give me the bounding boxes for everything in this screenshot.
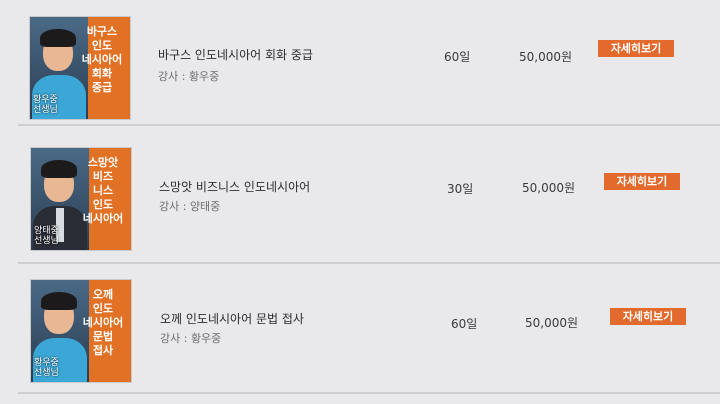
course-thumbnail[interactable]: 오께 인도 네시아어 문법 접사 황우중 선생님 — [31, 280, 131, 382]
thumbnail-title: 오께 인도 네시아어 문법 접사 — [82, 288, 124, 357]
course-thumbnail[interactable]: 스망앗 비즈 니스 인도 네시아어 양태중 선생님 — [31, 148, 131, 250]
course-price: 50,000원 — [522, 181, 576, 195]
course-price: 50,000원 — [525, 316, 579, 330]
course-instructor: 강사 : 양태중 — [159, 200, 221, 213]
detail-button[interactable]: 자세히보기 — [610, 308, 686, 325]
course-title[interactable]: 스망앗 비즈니스 인도네시아어 — [159, 178, 310, 195]
course-title[interactable]: 오께 인도네시아어 문법 접사 — [160, 310, 304, 327]
thumbnail-title: 스망앗 비즈 니스 인도 네시아어 — [82, 156, 124, 225]
course-thumbnail[interactable]: 바구스 인도 네시아어 회화 중급 황우중 선생님 — [30, 17, 130, 119]
course-title[interactable]: 바구스 인도네시아어 회화 중급 — [158, 46, 313, 63]
course-duration: 60일 — [451, 317, 478, 331]
course-instructor: 강사 : 황우중 — [160, 332, 222, 345]
course-price: 50,000원 — [519, 50, 573, 64]
thumbnail-caption: 황우중 선생님 — [33, 95, 58, 115]
detail-button[interactable]: 자세히보기 — [598, 40, 674, 57]
thumbnail-caption: 황우중 선생님 — [34, 358, 59, 378]
row-divider — [18, 262, 720, 264]
course-instructor: 강사 : 황우중 — [158, 70, 220, 83]
course-duration: 60일 — [444, 50, 471, 64]
row-divider — [18, 124, 720, 126]
thumbnail-title: 바구스 인도 네시아어 회화 중급 — [81, 25, 123, 94]
thumbnail-caption: 양태중 선생님 — [34, 226, 59, 246]
detail-button[interactable]: 자세히보기 — [604, 173, 680, 190]
course-duration: 30일 — [447, 182, 474, 196]
row-divider — [18, 392, 720, 394]
